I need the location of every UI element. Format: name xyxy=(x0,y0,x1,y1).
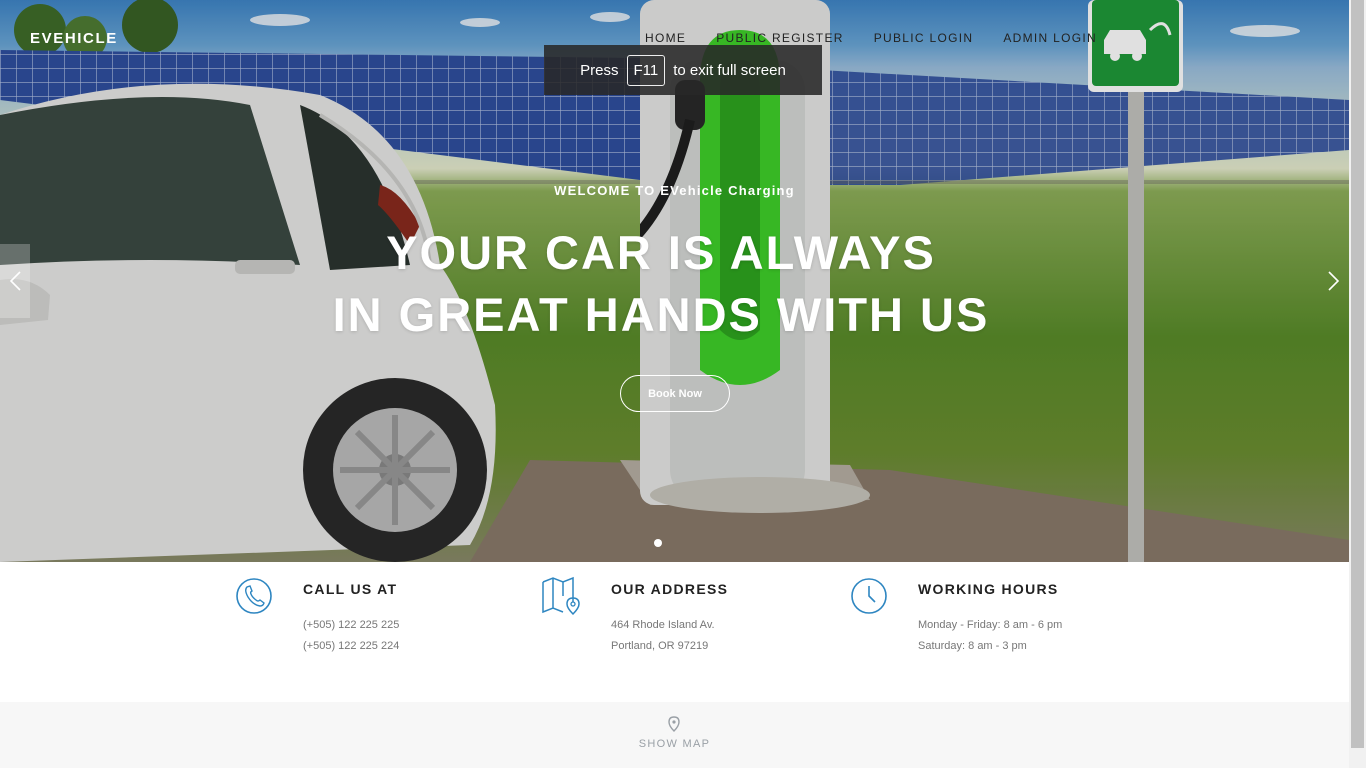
info-address-title: OUR ADDRESS xyxy=(611,581,729,597)
hero-headline: YOUR CAR IS ALWAYS IN GREAT HANDS WITH U… xyxy=(0,222,1322,346)
page-scrollbar[interactable] xyxy=(1349,0,1366,768)
fullscreen-notice-before: Press xyxy=(580,61,619,79)
show-map-label[interactable]: SHOW MAP xyxy=(0,738,1349,750)
slider-dots xyxy=(654,539,662,547)
nav-home-link[interactable]: HOME xyxy=(645,31,686,45)
info-call-line2: (+505) 122 225 224 xyxy=(303,640,400,652)
info-call-line1: (+505) 122 225 225 xyxy=(303,619,400,631)
chevron-right-icon xyxy=(1328,271,1340,291)
hero-headline-line2: IN GREAT HANDS WITH US xyxy=(332,288,990,341)
hero-welcome-text: WELCOME TO EVehicle Charging xyxy=(554,183,795,198)
info-address-line2: Portland, OR 97219 xyxy=(611,640,709,652)
hero-headline-line1: YOUR CAR IS ALWAYS xyxy=(386,226,936,279)
info-hours-line1: Monday - Friday: 8 am - 6 pm xyxy=(918,619,1063,631)
nav-public-register-link[interactable]: PUBLIC REGISTER xyxy=(716,31,844,45)
map-icon xyxy=(542,576,580,616)
fullscreen-notice-after: to exit full screen xyxy=(673,61,786,79)
brand-logo[interactable]: EVEHICLE xyxy=(30,30,118,47)
fullscreen-notice: Press F11 to exit full screen xyxy=(544,45,822,95)
map-pin-icon xyxy=(668,716,680,732)
scrollbar-thumb[interactable] xyxy=(1351,0,1364,748)
info-hours-title: WORKING HOURS xyxy=(918,581,1059,597)
slider-prev-button[interactable] xyxy=(0,244,30,318)
slider-next-button[interactable] xyxy=(1319,244,1349,318)
fullscreen-key: F11 xyxy=(626,54,666,86)
phone-icon xyxy=(236,578,272,614)
nav-public-login-link[interactable]: PUBLIC LOGIN xyxy=(874,31,974,45)
chevron-left-icon xyxy=(9,271,21,291)
info-call-title: CALL US AT xyxy=(303,581,398,597)
book-now-button[interactable]: Book Now xyxy=(620,375,730,412)
main-nav: HOME PUBLIC REGISTER PUBLIC LOGIN ADMIN … xyxy=(645,31,1097,45)
slider-dot-active[interactable] xyxy=(654,539,662,547)
nav-admin-login-link[interactable]: ADMIN LOGIN xyxy=(1003,31,1097,45)
info-hours-line2: Saturday: 8 am - 3 pm xyxy=(918,640,1027,652)
clock-icon xyxy=(851,578,887,614)
contact-info-section: CALL US AT (+505) 122 225 225 (+505) 122… xyxy=(0,562,1349,702)
info-address-line1: 464 Rhode Island Av. xyxy=(611,619,715,631)
show-map-bar[interactable]: SHOW MAP xyxy=(0,702,1349,768)
